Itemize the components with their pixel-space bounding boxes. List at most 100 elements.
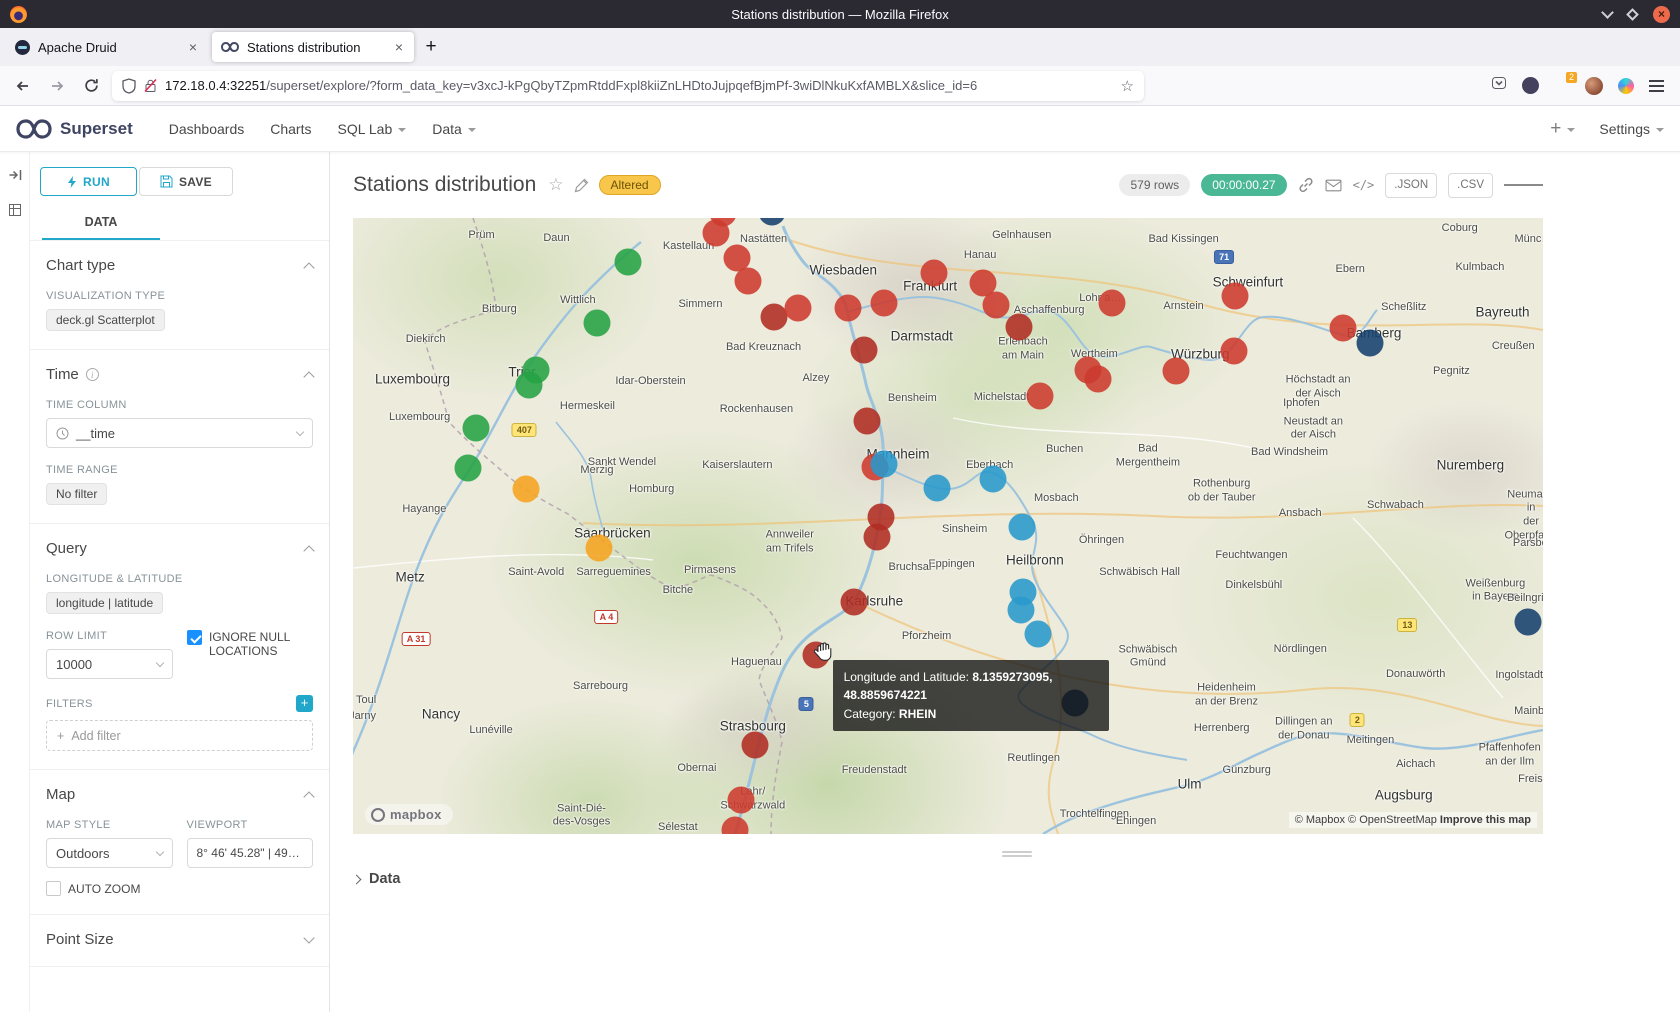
ignore-null-checkbox-row[interactable]: IGNORE NULL LOCATIONS bbox=[187, 630, 297, 658]
forward-button[interactable] bbox=[44, 73, 70, 99]
nav-sql-lab[interactable]: SQL Lab bbox=[337, 121, 406, 137]
scatter-point[interactable] bbox=[462, 415, 489, 442]
superset-brand[interactable]: Superset bbox=[16, 118, 133, 140]
firefox-menu-button[interactable] bbox=[1649, 77, 1664, 95]
scatter-point[interactable] bbox=[1007, 596, 1034, 623]
scatter-point[interactable] bbox=[512, 476, 539, 503]
time-range-pill[interactable]: No filter bbox=[46, 483, 107, 505]
edit-pencil-icon[interactable] bbox=[574, 178, 589, 193]
viz-type-pill[interactable]: deck.gl Scatterplot bbox=[46, 309, 165, 331]
new-dropdown-button[interactable]: + bbox=[1550, 119, 1575, 138]
mapbox-logo[interactable]: mapbox bbox=[365, 804, 453, 825]
scatter-point[interactable] bbox=[1026, 383, 1053, 410]
dataset-grid-icon[interactable] bbox=[8, 203, 22, 222]
scatter-point[interactable] bbox=[1006, 314, 1033, 341]
scatter-point[interactable] bbox=[1163, 357, 1190, 384]
reload-button[interactable] bbox=[78, 73, 104, 99]
export-json-button[interactable]: .JSON bbox=[1385, 173, 1437, 198]
tab-close-icon[interactable]: × bbox=[187, 39, 199, 55]
scatter-point[interactable] bbox=[721, 817, 748, 834]
scatter-point[interactable] bbox=[516, 371, 543, 398]
scatter-point[interactable] bbox=[1099, 290, 1126, 317]
scatter-point[interactable] bbox=[835, 294, 862, 321]
add-filter-plus-button[interactable]: + bbox=[296, 695, 313, 712]
pocket-icon[interactable] bbox=[1491, 75, 1507, 96]
share-link-icon[interactable] bbox=[1298, 177, 1314, 193]
scatter-point[interactable] bbox=[1221, 283, 1248, 310]
add-filter-box[interactable]: + Add filter bbox=[46, 720, 313, 751]
viewport-input[interactable]: 8° 46' 45.28" | 49… bbox=[187, 838, 314, 868]
scatter-point[interactable] bbox=[702, 219, 729, 246]
scatter-point[interactable] bbox=[742, 732, 769, 759]
data-results-collapse[interactable]: Data bbox=[353, 871, 1680, 887]
profile-avatar[interactable] bbox=[1585, 77, 1603, 95]
map-style-select[interactable]: Outdoors bbox=[46, 838, 173, 868]
scatter-point[interactable] bbox=[863, 524, 890, 551]
scatter-point[interactable] bbox=[980, 466, 1007, 493]
scatter-point[interactable] bbox=[586, 535, 613, 562]
scatter-point[interactable] bbox=[455, 455, 482, 482]
section-chart-type-header[interactable]: Chart type bbox=[46, 257, 313, 274]
ignore-null-checkbox[interactable] bbox=[187, 630, 202, 645]
auto-zoom-checkbox-row[interactable]: AUTO ZOOM bbox=[46, 881, 313, 896]
scatter-point[interactable] bbox=[1514, 609, 1541, 636]
scatter-point[interactable] bbox=[1008, 514, 1035, 541]
section-point-size-header[interactable]: Point Size bbox=[46, 931, 313, 948]
section-map-header[interactable]: Map bbox=[46, 786, 313, 803]
nav-data[interactable]: Data bbox=[432, 121, 476, 137]
lonlat-pill[interactable]: longitude | latitude bbox=[46, 592, 163, 614]
back-button[interactable] bbox=[10, 73, 36, 99]
run-button[interactable]: RUN bbox=[40, 167, 137, 196]
window-minimize-icon[interactable] bbox=[1601, 6, 1614, 19]
scatter-point[interactable] bbox=[614, 248, 641, 275]
scatter-point[interactable] bbox=[1025, 620, 1052, 647]
ublock-extension-icon[interactable]: 2 bbox=[1554, 77, 1570, 95]
scatter-point[interactable] bbox=[735, 267, 762, 294]
bookmark-star-icon[interactable]: ☆ bbox=[1121, 77, 1134, 95]
panel-resize-handle[interactable] bbox=[1002, 851, 1032, 857]
time-column-select[interactable]: __time bbox=[46, 418, 313, 448]
tab-stations-distribution[interactable]: Stations distribution × bbox=[212, 32, 414, 62]
scatter-point[interactable] bbox=[1084, 365, 1111, 392]
account-icon[interactable] bbox=[1522, 77, 1539, 94]
save-button[interactable]: SAVE bbox=[139, 167, 233, 196]
scatter-point[interactable] bbox=[924, 474, 951, 501]
chart-menu-icon[interactable] bbox=[1504, 182, 1543, 189]
url-bar[interactable]: 172.18.0.4:32251/superset/explore/?form_… bbox=[112, 71, 1144, 101]
scatter-point[interactable] bbox=[920, 259, 947, 286]
scatter-point[interactable] bbox=[583, 309, 610, 336]
window-maximize-icon[interactable] bbox=[1626, 8, 1639, 21]
scatter-point[interactable] bbox=[785, 294, 812, 321]
scatter-point[interactable] bbox=[1220, 338, 1247, 365]
map-canvas[interactable]: PrümDaunNastättenGelnhausenBad Kissingen… bbox=[353, 218, 1543, 834]
scatter-point[interactable] bbox=[840, 588, 867, 615]
section-time-header[interactable]: Time i bbox=[46, 366, 313, 383]
row-limit-select[interactable]: 10000 bbox=[46, 649, 173, 679]
tab-data-controls[interactable]: DATA bbox=[42, 204, 160, 240]
improve-map-link[interactable]: Improve this map bbox=[1440, 814, 1531, 826]
settings-menu[interactable]: Settings bbox=[1599, 121, 1664, 137]
scatter-point[interactable] bbox=[1330, 315, 1357, 342]
tab-close-icon[interactable]: × bbox=[393, 39, 405, 55]
scatter-point[interactable] bbox=[870, 450, 897, 477]
scatter-point[interactable] bbox=[758, 218, 785, 225]
scatter-point[interactable] bbox=[727, 787, 754, 814]
insecure-lock-icon[interactable] bbox=[144, 78, 157, 93]
scatter-point[interactable] bbox=[870, 290, 897, 317]
extension-pinwheel-icon[interactable] bbox=[1618, 78, 1634, 94]
export-csv-button[interactable]: .CSV bbox=[1448, 173, 1493, 198]
nav-dashboards[interactable]: Dashboards bbox=[169, 121, 245, 137]
tab-apache-druid[interactable]: Apache Druid × bbox=[6, 32, 208, 62]
section-query-header[interactable]: Query bbox=[46, 540, 313, 557]
scatter-point[interactable] bbox=[854, 408, 881, 435]
tracking-shield-icon[interactable] bbox=[122, 78, 136, 94]
nav-charts[interactable]: Charts bbox=[270, 121, 311, 137]
scatter-point[interactable] bbox=[850, 336, 877, 363]
window-close-icon[interactable]: × bbox=[1653, 6, 1670, 23]
embed-code-icon[interactable]: </> bbox=[1353, 178, 1375, 192]
auto-zoom-checkbox[interactable] bbox=[46, 881, 61, 896]
expand-panel-icon[interactable] bbox=[8, 168, 22, 187]
email-icon[interactable] bbox=[1325, 179, 1342, 192]
scatter-point[interactable] bbox=[982, 291, 1009, 318]
new-tab-button[interactable]: + bbox=[416, 32, 446, 62]
